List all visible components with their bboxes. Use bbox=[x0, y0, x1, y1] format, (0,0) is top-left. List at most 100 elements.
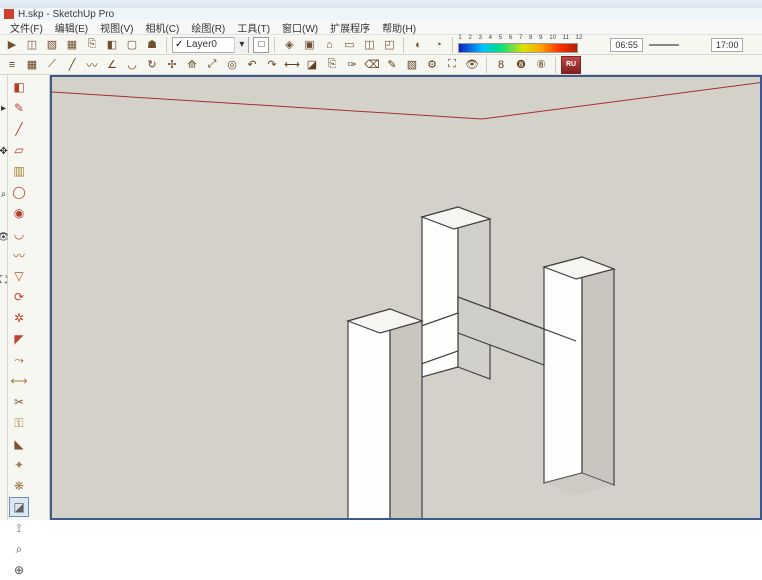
shapes-icon[interactable]: ◧ bbox=[103, 36, 121, 54]
select-icon[interactable]: ▶ bbox=[3, 36, 21, 54]
paint-icon[interactable]: ▧ bbox=[43, 36, 61, 54]
app-icon bbox=[4, 9, 14, 19]
copy2-icon[interactable]: ⎘ bbox=[323, 56, 341, 74]
box-icon[interactable]: ▢ bbox=[123, 36, 141, 54]
rect-tool-icon[interactable]: ▱ bbox=[9, 140, 29, 160]
side-icon[interactable]: ◫ bbox=[360, 36, 378, 54]
menu-extensions[interactable]: 扩展程序 bbox=[324, 20, 376, 35]
menu-tools[interactable]: 工具(T) bbox=[231, 20, 276, 35]
menu-edit[interactable]: 编辑(E) bbox=[49, 20, 94, 35]
rotate-icon[interactable]: ↻ bbox=[143, 56, 161, 74]
material-icon[interactable]: ▦ bbox=[63, 36, 81, 54]
menu-window[interactable]: 窗口(W) bbox=[276, 20, 324, 35]
pan-icon[interactable]: ✥ bbox=[0, 146, 8, 157]
cube-tool-icon[interactable]: ◧ bbox=[9, 77, 29, 97]
pull-icon[interactable]: ⟰ bbox=[183, 56, 201, 74]
scale-tick: 5 bbox=[499, 35, 502, 41]
grid-icon[interactable]: ▦ bbox=[23, 56, 41, 74]
dim-tool-icon[interactable]: ⟷ bbox=[9, 371, 29, 391]
probe-tool-icon[interactable]: ⟟ bbox=[9, 518, 29, 538]
eight3-icon[interactable]: ⑧ bbox=[532, 56, 550, 74]
menu-draw[interactable]: 绘图(R) bbox=[185, 20, 231, 35]
column-right bbox=[544, 257, 614, 485]
brush-icon[interactable]: ✎ bbox=[383, 56, 401, 74]
shadow-scale[interactable]: 123456789101112 bbox=[458, 36, 582, 53]
section-icon[interactable]: ◪ bbox=[303, 56, 321, 74]
paste-icon[interactable]: ✑ bbox=[343, 56, 361, 74]
look-icon[interactable]: 👁 bbox=[463, 56, 481, 74]
menu-camera[interactable]: 相机(C) bbox=[139, 20, 185, 35]
layer-visibility-check[interactable]: ✓ bbox=[175, 39, 183, 50]
warehouse-icon[interactable]: ☗ bbox=[143, 36, 161, 54]
compass-tool-icon[interactable]: ✲ bbox=[9, 308, 29, 328]
model-h-shape[interactable] bbox=[282, 157, 642, 517]
shape-tool-icon[interactable]: ▥ bbox=[9, 161, 29, 181]
shadow-time-end[interactable]: 17:00 bbox=[711, 38, 744, 52]
arrow-icon[interactable]: ▸ bbox=[1, 103, 6, 114]
zoom2-tool-icon[interactable]: ⊕ bbox=[9, 560, 29, 580]
redo-icon[interactable]: ↷ bbox=[263, 56, 281, 74]
curve-icon[interactable]: 〰 bbox=[83, 56, 101, 74]
move-icon[interactable]: ✢ bbox=[163, 56, 181, 74]
shade-icon[interactable]: ◐ bbox=[409, 36, 427, 54]
viewport-3d[interactable] bbox=[50, 75, 762, 520]
offset-icon[interactable]: ◎ bbox=[223, 56, 241, 74]
arc1-icon[interactable]: ◡ bbox=[123, 56, 141, 74]
fold-tool-icon[interactable]: ◣ bbox=[9, 434, 29, 454]
menu-view[interactable]: 视图(V) bbox=[94, 20, 139, 35]
front-icon[interactable]: ▭ bbox=[340, 36, 358, 54]
disc-tool-icon[interactable]: ◉ bbox=[9, 203, 29, 223]
wrench-tool-icon[interactable]: ✂ bbox=[9, 392, 29, 412]
spray-icon[interactable]: ⚙ bbox=[423, 56, 441, 74]
scale-tick: 2 bbox=[468, 35, 471, 41]
curve2-tool-icon[interactable]: 〰 bbox=[9, 245, 29, 265]
zoom-icon[interactable]: ⌕ bbox=[1, 189, 7, 200]
walk2-icon[interactable]: ⛶ bbox=[0, 275, 7, 286]
line-icon[interactable]: ╱ bbox=[63, 56, 81, 74]
left-narrow-toolbar: ▸✥⌕👁⛶ bbox=[0, 75, 8, 520]
copy-icon[interactable]: ⎘ bbox=[83, 36, 101, 54]
layer-select[interactable]: ✓ Layer0 ▾ bbox=[172, 37, 249, 53]
bucket-icon[interactable]: ▧ bbox=[403, 56, 421, 74]
bars-icon[interactable]: ≡ bbox=[3, 56, 21, 74]
wire-icon[interactable]: ◔ bbox=[429, 36, 447, 54]
angle-icon[interactable]: ∠ bbox=[103, 56, 121, 74]
menu-help[interactable]: 帮助(H) bbox=[376, 20, 422, 35]
key-tool-icon[interactable]: ⚿ bbox=[9, 413, 29, 433]
scale-tick: 3 bbox=[479, 35, 482, 41]
refresh-tool-icon[interactable]: ⟳ bbox=[9, 287, 29, 307]
search-tool-icon[interactable]: ⌕ bbox=[9, 539, 29, 559]
cube-icon[interactable]: ▣ bbox=[300, 36, 318, 54]
flag-tool-icon[interactable]: ◤ bbox=[9, 329, 29, 349]
walk-icon[interactable]: ⛶ bbox=[443, 56, 461, 74]
iso-icon[interactable]: ◈ bbox=[280, 36, 298, 54]
shadow-slider[interactable] bbox=[649, 44, 679, 46]
circle-tool-icon[interactable]: ◯ bbox=[9, 182, 29, 202]
layer-dropdown-btn[interactable]: ▾ bbox=[234, 37, 248, 53]
left-wide-toolbar: ◧✎╱▱▥◯◉◡〰▽⟳✲◤⤳⟷✂⚿◣✦❋◪⟟⌕⊕ bbox=[8, 75, 50, 520]
star2-tool-icon[interactable]: ❋ bbox=[9, 476, 29, 496]
shadow-gradient[interactable] bbox=[458, 43, 578, 53]
pencil-tool-icon[interactable]: ✎ bbox=[9, 98, 29, 118]
line-tool-icon[interactable]: ╱ bbox=[9, 119, 29, 139]
top-icon[interactable]: ◰ bbox=[380, 36, 398, 54]
component-icon[interactable]: ◫ bbox=[23, 36, 41, 54]
poly-tool-icon[interactable]: ▽ bbox=[9, 266, 29, 286]
dim-icon[interactable]: ⟷ bbox=[283, 56, 301, 74]
layer-add-btn[interactable]: □ bbox=[253, 37, 269, 53]
path-tool-icon[interactable]: ⤳ bbox=[9, 350, 29, 370]
undo-icon[interactable]: ↶ bbox=[243, 56, 261, 74]
home-icon[interactable]: ⌂ bbox=[320, 36, 338, 54]
section-tool-icon[interactable]: ◪ bbox=[9, 497, 29, 517]
shadow-time-start[interactable]: 06:55 bbox=[610, 38, 643, 52]
erase-icon[interactable]: ⌫ bbox=[363, 56, 381, 74]
star-tool-icon[interactable]: ✦ bbox=[9, 455, 29, 475]
menu-file[interactable]: 文件(F) bbox=[4, 20, 49, 35]
arc-tool-icon[interactable]: ◡ bbox=[9, 224, 29, 244]
scale-icon[interactable]: ⤢ bbox=[203, 56, 221, 74]
workspace: ▸✥⌕👁⛶ ◧✎╱▱▥◯◉◡〰▽⟳✲◤⤳⟷✂⚿◣✦❋◪⟟⌕⊕ bbox=[0, 75, 762, 520]
eight2-icon[interactable]: ❽ bbox=[512, 56, 530, 74]
ruby-console-btn[interactable]: RU bbox=[561, 56, 581, 74]
eight-icon[interactable]: 8 bbox=[492, 56, 510, 74]
slash-icon[interactable]: ⟋ bbox=[43, 56, 61, 74]
